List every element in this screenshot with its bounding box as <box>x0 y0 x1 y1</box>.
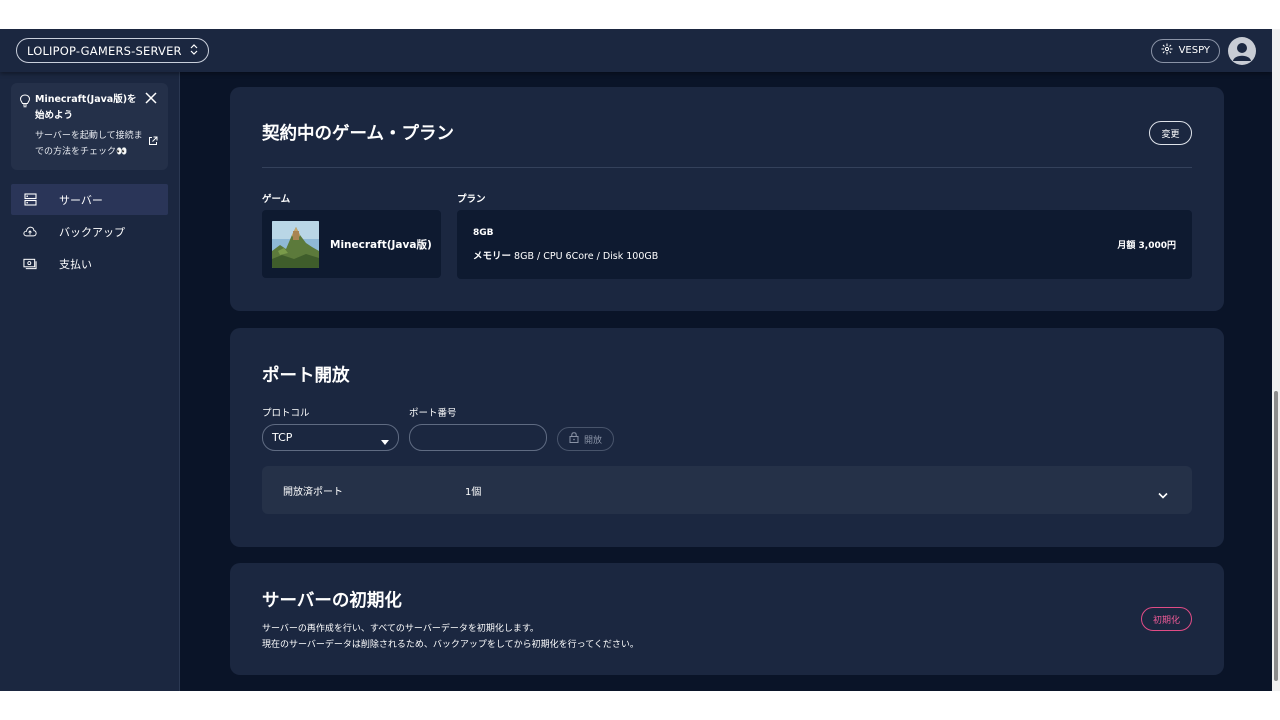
protocol-select[interactable]: TCP <box>262 424 399 451</box>
tip-link-text: サーバーを起動して接続までの方法をチェック👀 <box>35 131 143 157</box>
reset-title: サーバーの初期化 <box>262 591 402 611</box>
plan-spec: メモリー 8GB / CPU 6Core / Disk 100GB <box>473 248 658 262</box>
user-chip[interactable]: VESPY <box>1150 38 1220 63</box>
plan-spec-prefix: メモリー <box>473 251 512 262</box>
plan-name: 8GB <box>473 228 494 238</box>
updown-chevron-icon <box>190 43 198 58</box>
payment-icon <box>23 257 37 271</box>
app-window: LOLIPOP-GAMERS-SERVER VESPY Minecraft(Ja… <box>0 29 1272 691</box>
chevron-down-icon <box>1158 484 1168 503</box>
external-link-icon <box>148 136 158 152</box>
protocol-label: プロトコル <box>262 408 310 419</box>
reset-description-2: 現在のサーバーデータは削除されるため、バックアップをしてから初期化を行ってくださ… <box>262 640 639 650</box>
reset-card: サーバーの初期化 サーバーの再作成を行い、すべてのサーバーデータを初期化します。… <box>230 563 1224 675</box>
plan-label: プラン <box>457 194 486 205</box>
close-icon[interactable] <box>144 90 158 104</box>
cloud-upload-icon <box>23 225 37 239</box>
sidebar-item-label: 支払い <box>59 257 92 271</box>
topbar-right: VESPY <box>1150 36 1256 65</box>
game-name: Minecraft(Java版) <box>330 238 432 251</box>
game-thumbnail <box>272 220 319 268</box>
reset-description-1: サーバーの再作成を行い、すべてのサーバーデータを初期化します。 <box>262 624 539 634</box>
reset-server-button[interactable]: 初期化 <box>1141 607 1192 631</box>
contract-card: 契約中のゲーム・プラン 変更 ゲーム プラン Minecraft(Java版) … <box>230 87 1224 311</box>
caret-down-icon <box>381 435 389 448</box>
tip-text: サーバーを起動して接続までの方法をチェック👀 <box>19 128 158 160</box>
scrollbar[interactable] <box>1272 29 1280 691</box>
divider <box>262 167 1192 168</box>
scrollbar-thumb[interactable] <box>1274 391 1278 681</box>
port-number-label: ポート番号 <box>409 408 457 419</box>
sidebar-item-label: サーバー <box>59 193 103 207</box>
getting-started-tip: Minecraft(Java版)を始めよう サーバーを起動して接続までの方法をチ… <box>11 83 168 170</box>
sidebar-item-label: バックアップ <box>59 225 125 239</box>
lightbulb-icon <box>19 93 31 112</box>
open-port-label: 開放 <box>583 435 602 446</box>
port-title: ポート開放 <box>262 366 350 386</box>
server-select[interactable]: LOLIPOP-GAMERS-SERVER <box>16 38 209 63</box>
top-bar: LOLIPOP-GAMERS-SERVER VESPY <box>0 29 1272 72</box>
game-box: Minecraft(Java版) <box>262 210 441 278</box>
port-card: ポート開放 プロトコル ポート番号 TCP 開放 開放済ポート 1個 <box>230 328 1224 547</box>
plan-box: 8GB メモリー 8GB / CPU 6Core / Disk 100GB 月額… <box>457 210 1192 279</box>
opened-ports-accordion[interactable]: 開放済ポート 1個 <box>262 466 1192 514</box>
protocol-value: TCP <box>272 431 293 444</box>
server-icon <box>23 193 37 207</box>
open-port-button[interactable]: 開放 <box>557 427 614 451</box>
user-name: VESPY <box>1178 45 1210 56</box>
server-name: LOLIPOP-GAMERS-SERVER <box>27 43 182 58</box>
sidebar-item-server[interactable]: サーバー <box>11 184 168 215</box>
contract-title: 契約中のゲーム・プラン <box>262 124 454 144</box>
opened-ports-label: 開放済ポート <box>283 486 343 498</box>
sidebar-item-payment[interactable]: 支払い <box>11 248 168 279</box>
opened-ports-count: 1個 <box>465 486 482 498</box>
tip-link[interactable]: サーバーを起動して接続までの方法をチェック👀 <box>35 128 158 160</box>
plan-spec-value: 8GB / CPU 6Core / Disk 100GB <box>514 251 659 262</box>
game-label: ゲーム <box>262 194 291 205</box>
avatar[interactable] <box>1228 36 1256 65</box>
port-number-field[interactable] <box>409 424 547 451</box>
plan-price: 月額 3,000円 <box>1117 241 1176 251</box>
user-avatar-icon <box>1233 42 1251 61</box>
tip-title: Minecraft(Java版)を始めよう <box>35 94 137 121</box>
sidebar-item-backup[interactable]: バックアップ <box>11 216 168 247</box>
port-number-input[interactable] <box>419 431 537 444</box>
lock-icon <box>569 432 579 446</box>
change-plan-button[interactable]: 変更 <box>1149 121 1192 145</box>
sparkle-icon <box>1161 43 1173 58</box>
sidebar: Minecraft(Java版)を始めよう サーバーを起動して接続までの方法をチ… <box>0 72 180 691</box>
